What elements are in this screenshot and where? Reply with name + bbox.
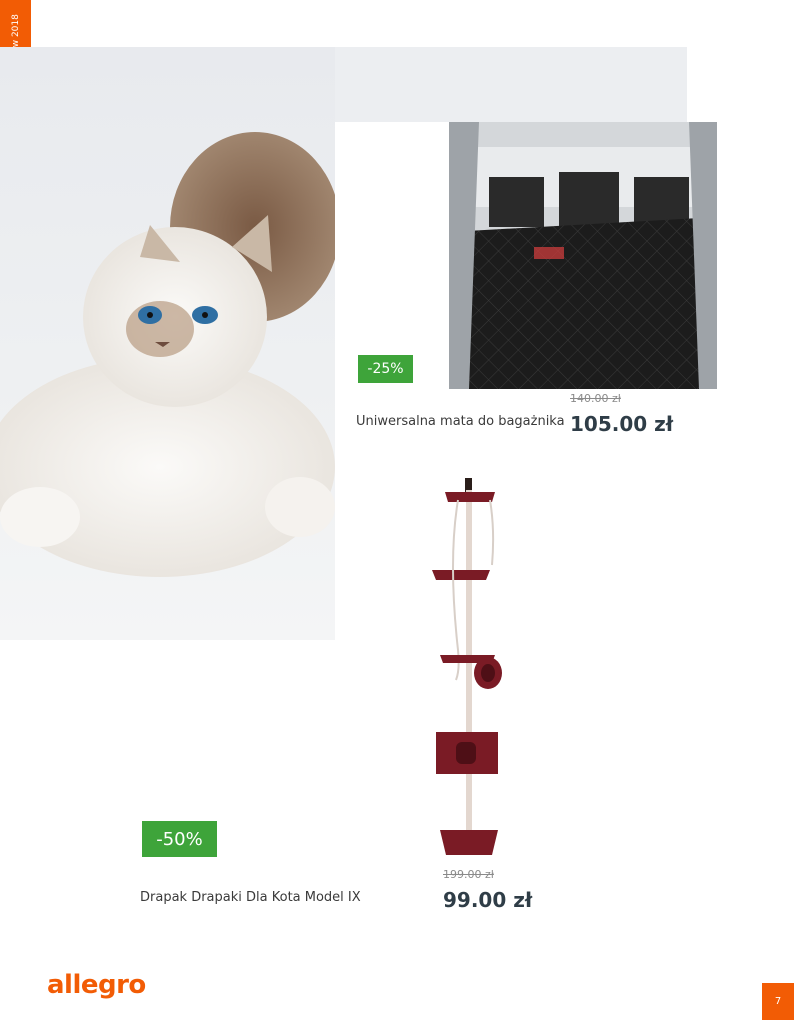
product-price: 99.00 zł: [443, 888, 533, 912]
old-price: 140.00 zł: [570, 392, 621, 405]
discount-badge: -50%: [142, 821, 217, 857]
car-trunk-mat-photo: [449, 122, 717, 389]
product-name[interactable]: Uniwersalna mata do bagażnika: [356, 414, 565, 429]
allegro-logo[interactable]: allegro: [47, 970, 146, 1000]
discount-badge: -25%: [358, 355, 413, 383]
page-number: 7: [762, 983, 794, 1020]
cat-hero-photo: [0, 47, 335, 640]
cat-tree-photo: [420, 470, 520, 860]
product-name[interactable]: Drapak Drapaki Dla Kota Model IX: [140, 890, 361, 905]
old-price: 199.00 zł: [443, 868, 494, 881]
product-price: 105.00 zł: [570, 412, 674, 436]
